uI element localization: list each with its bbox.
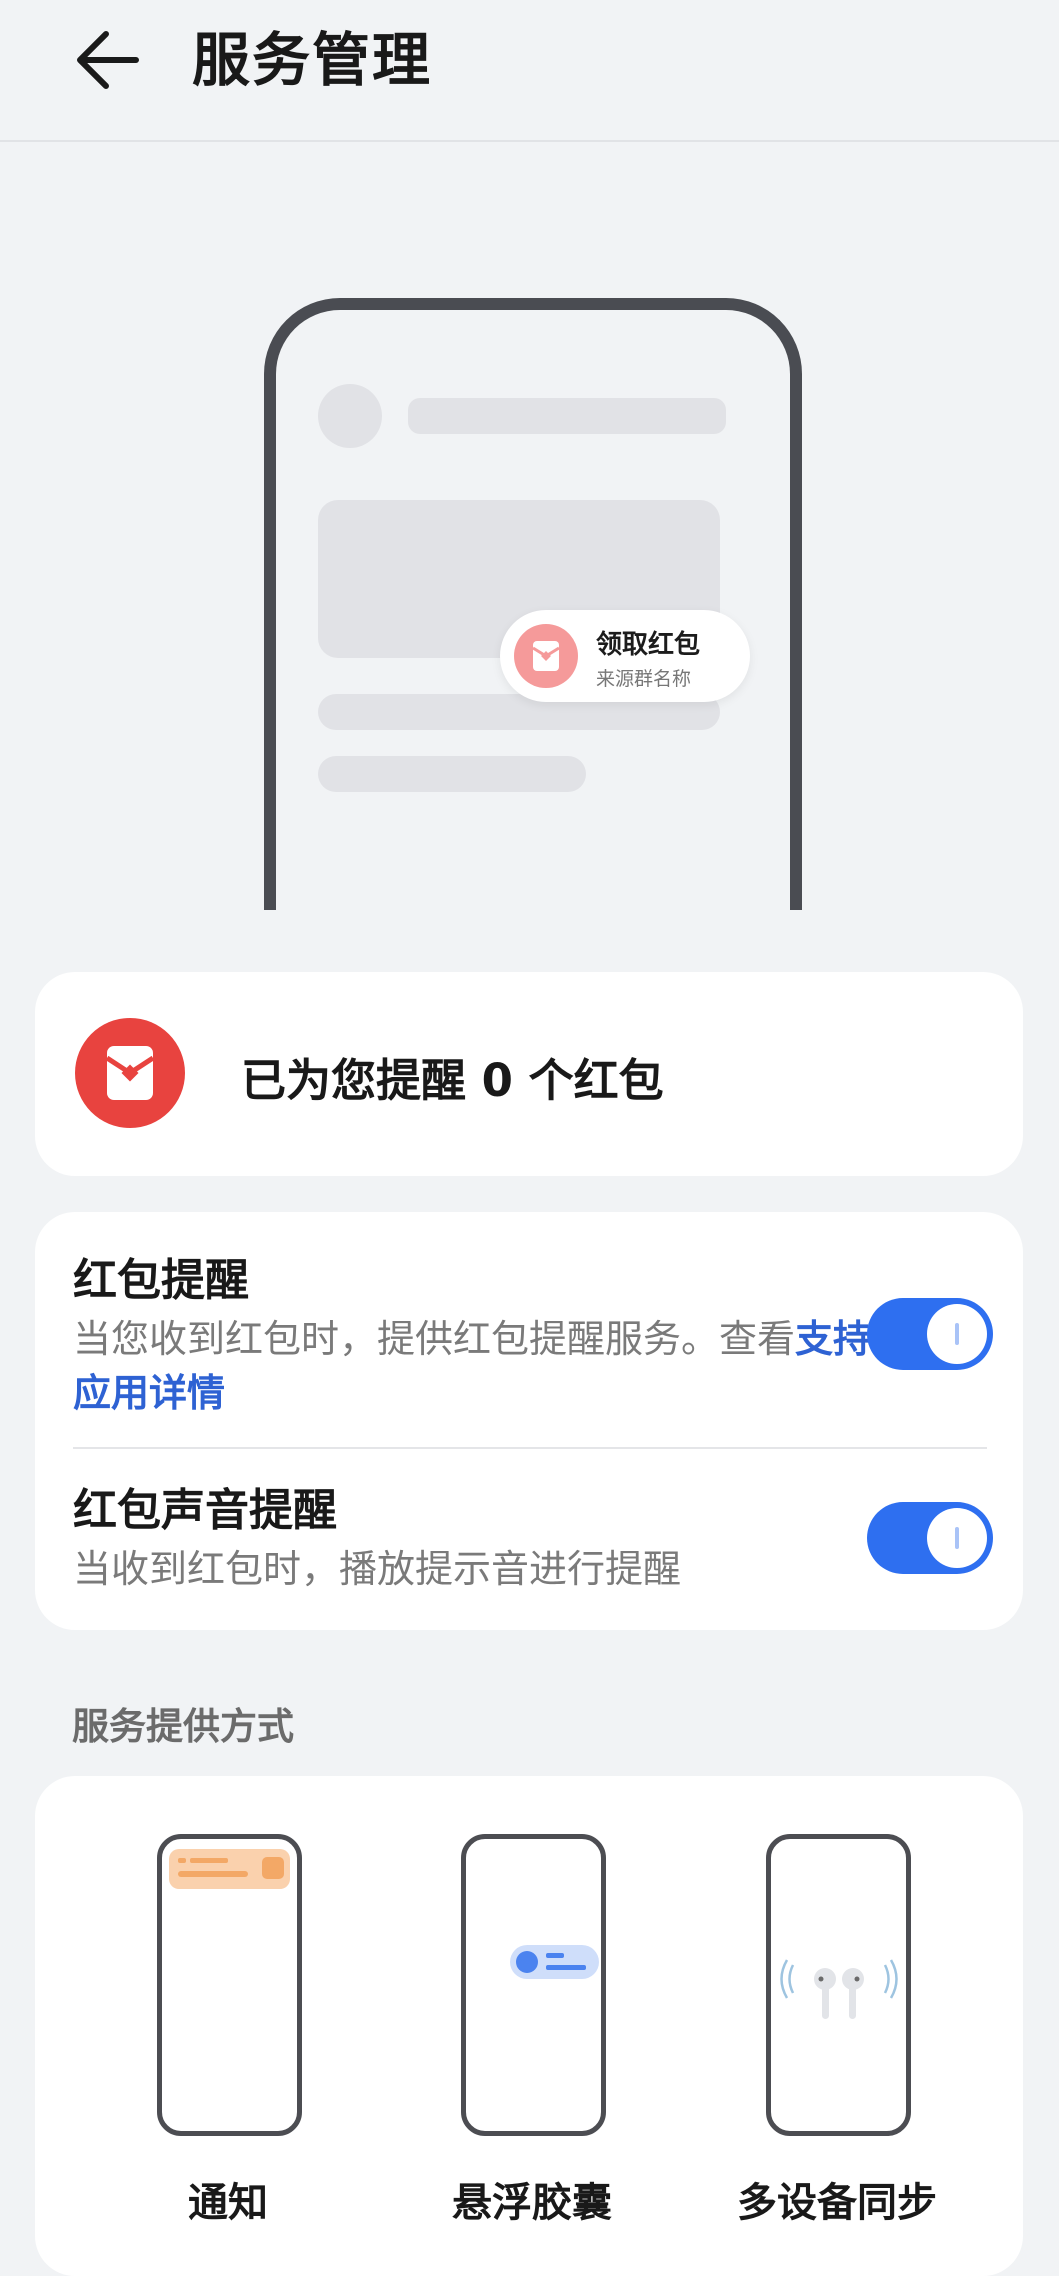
red-packet-illustration: 领取红包 来源群名称 bbox=[264, 298, 802, 910]
red-packet-notification-preview: 领取红包 来源群名称 bbox=[500, 610, 750, 702]
toggle-knob bbox=[927, 1508, 987, 1568]
red-packet-reminder-toggle[interactable] bbox=[867, 1298, 993, 1370]
page-title: 服务管理 bbox=[192, 26, 433, 94]
earbuds-icon bbox=[780, 1959, 898, 2019]
toggle-knob bbox=[927, 1304, 987, 1364]
reminder-summary-card: 已为您提醒 0 个红包 bbox=[35, 972, 1023, 1176]
red-packet-icon bbox=[75, 1018, 185, 1128]
sound-reminder-toggle[interactable] bbox=[867, 1502, 993, 1574]
notification-subtitle: 来源群名称 bbox=[596, 668, 692, 690]
red-packet-reminder-desc-text: 当您收到红包时，提供红包提醒服务。查看 bbox=[73, 1317, 796, 1361]
sound-reminder-title: 红包声音提醒 bbox=[73, 1485, 337, 1536]
floating-capsule-icon bbox=[510, 1945, 599, 1979]
mode-label: 悬浮胶囊 bbox=[452, 2180, 612, 2226]
settings-card: 红包提醒 当您收到红包时，提供红包提醒服务。查看支持应用详情 红包声音提醒 当收… bbox=[35, 1212, 1023, 1630]
skeleton-line bbox=[318, 756, 586, 792]
red-packet-icon bbox=[514, 624, 578, 688]
back-arrow-icon bbox=[77, 31, 139, 89]
phone-frame-illustration bbox=[264, 298, 802, 910]
red-packet-reminder-title: 红包提醒 bbox=[73, 1255, 249, 1306]
mode-label: 通知 bbox=[188, 2180, 268, 2226]
skeleton-line bbox=[408, 398, 726, 434]
phone-outline-icon bbox=[766, 1834, 911, 2136]
phone-outline-icon bbox=[157, 1834, 302, 2136]
red-packet-reminder-desc: 当您收到红包时，提供红包提醒服务。查看支持应用详情 bbox=[73, 1312, 873, 1420]
section-title: 服务提供方式 bbox=[72, 1705, 294, 1748]
divider bbox=[73, 1447, 987, 1449]
skeleton-avatar bbox=[318, 384, 382, 448]
reminder-count-text: 已为您提醒 0 个红包 bbox=[241, 1054, 664, 1107]
back-button[interactable] bbox=[70, 22, 150, 102]
sound-reminder-desc: 当收到红包时，播放提示音进行提醒 bbox=[73, 1547, 682, 1591]
notification-title: 领取红包 bbox=[596, 630, 701, 660]
notification-banner-icon bbox=[169, 1849, 290, 1889]
service-modes-card: 通知 悬浮胶囊 多设备同步 bbox=[35, 1776, 1023, 2276]
app-bar: 服务管理 bbox=[0, 0, 1059, 142]
mode-label: 多设备同步 bbox=[737, 2180, 937, 2226]
phone-outline-icon bbox=[461, 1834, 606, 2136]
